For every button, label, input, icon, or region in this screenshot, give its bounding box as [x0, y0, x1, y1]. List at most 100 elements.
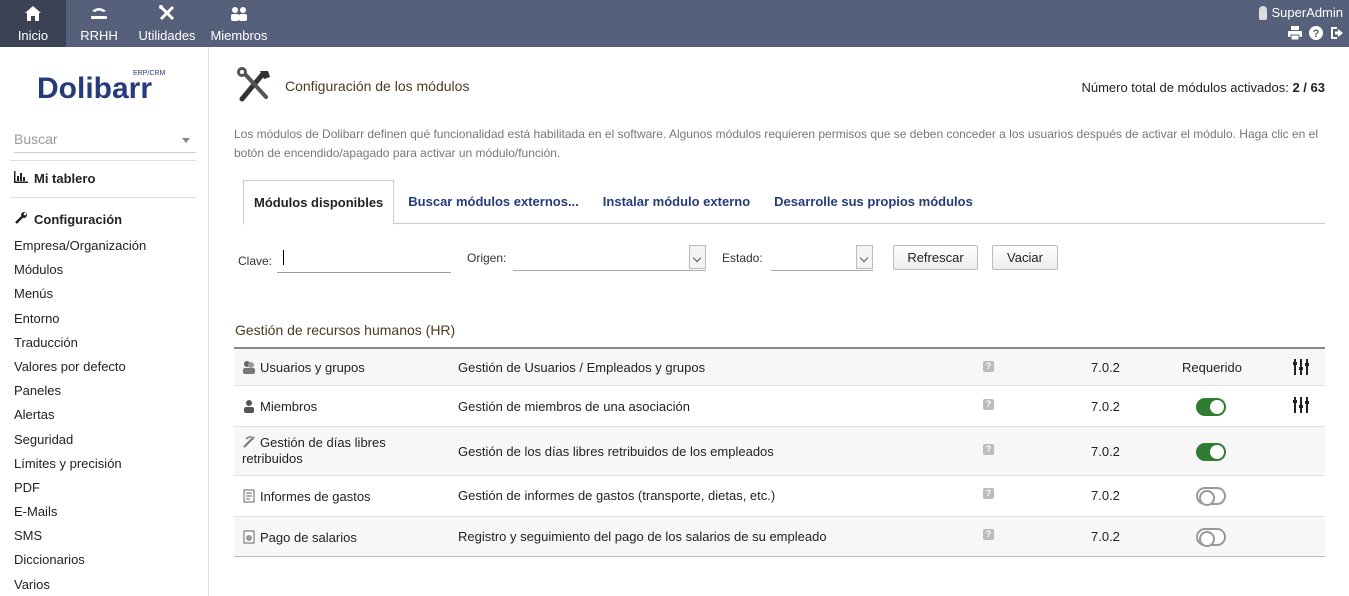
module-version: 7.0.2	[1091, 488, 1120, 503]
tab-develop[interactable]: Desarrolle sus propios módulos	[764, 180, 983, 224]
module-description: Registro y seguimiento del pago de los s…	[458, 529, 827, 544]
user-menu[interactable]: SuperAdmin	[1259, 5, 1343, 20]
chart-icon	[14, 171, 28, 186]
sidebar-item-translation[interactable]: Traducción	[14, 334, 146, 358]
top-tools: ?	[1287, 25, 1345, 41]
help-icon[interactable]: ?	[983, 361, 994, 372]
modules-table: Usuarios y grupos Gestión de Usuarios / …	[234, 347, 1325, 557]
expense-report-icon	[242, 489, 256, 503]
help-icon[interactable]: ?	[983, 529, 994, 540]
state-select[interactable]	[771, 245, 873, 271]
refresh-button[interactable]: Refrescar	[893, 245, 978, 270]
home-icon	[0, 5, 66, 22]
module-toggle-off[interactable]	[1196, 487, 1226, 506]
top-menu-members[interactable]: Miembros	[202, 0, 276, 47]
sidebar-item-security[interactable]: Seguridad	[14, 431, 146, 455]
sidebar-item-limits[interactable]: Límites y precisión	[14, 455, 146, 479]
module-version: 7.0.2	[1091, 529, 1120, 544]
top-menu-label: Inicio	[17, 28, 49, 43]
origin-select[interactable]	[513, 245, 706, 271]
module-description: Gestión de miembros de una asociación	[458, 399, 690, 414]
state-label: Estado:	[722, 251, 763, 265]
member-icon	[242, 399, 256, 413]
sidebar: Dolibarr ERP/CRM Buscar Mi tablero Confi…	[0, 47, 209, 596]
print-icon[interactable]	[1287, 25, 1303, 41]
sidebar-dashboard-label: Mi tablero	[34, 171, 96, 186]
setup-icon[interactable]	[1292, 359, 1310, 375]
sidebar-config-label: Configuración	[34, 212, 123, 227]
chevron-down-icon	[856, 245, 873, 269]
sidebar-item-modules[interactable]: Módulos	[14, 261, 146, 285]
module-version: 7.0.2	[1091, 399, 1120, 414]
sidebar-item-pdf[interactable]: PDF	[14, 479, 146, 503]
sidebar-item-company[interactable]: Empresa/Organización	[14, 237, 146, 261]
logout-icon[interactable]	[1329, 25, 1345, 41]
help-icon[interactable]: ?	[1308, 25, 1324, 41]
sidebar-item-defaults[interactable]: Valores por defecto	[14, 358, 146, 382]
sidebar-item-sms[interactable]: SMS	[14, 527, 146, 551]
svg-text:ERP/CRM: ERP/CRM	[133, 70, 165, 77]
table-row: Usuarios y grupos Gestión de Usuarios / …	[234, 349, 1325, 385]
users-group-icon	[242, 360, 256, 374]
search-select[interactable]: Buscar	[14, 131, 196, 153]
top-menu-label: RRHH	[80, 28, 118, 43]
sidebar-item-boxes[interactable]: Paneles	[14, 382, 146, 406]
clear-button[interactable]: Vaciar	[992, 245, 1058, 270]
page-description: Los módulos de Dolibarr definen qué func…	[234, 127, 1319, 160]
sidebar-item-menus[interactable]: Menús	[14, 285, 146, 309]
module-required: Requerido	[1182, 360, 1242, 375]
module-name: Gestión de días libres retribuidos	[242, 435, 386, 466]
salary-icon	[242, 530, 256, 544]
help-icon[interactable]: ?	[983, 444, 994, 455]
tools-icon	[132, 5, 202, 22]
sidebar-item-config[interactable]: Configuración	[14, 211, 122, 228]
tab-available-modules[interactable]: Módulos disponibles	[243, 180, 395, 225]
sidebar-item-emails[interactable]: E-Mails	[14, 503, 146, 527]
module-name: Pago de salarios	[242, 530, 357, 546]
sidebar-item-misc[interactable]: Varios	[14, 576, 146, 596]
main-content: Configuración de los módulos Número tota…	[209, 47, 1349, 596]
top-menu-hr[interactable]: RRHH	[66, 0, 132, 47]
module-description: Gestión de Usuarios / Empleados y grupos	[458, 360, 706, 375]
tab-install-external[interactable]: Instalar módulo externo	[593, 180, 760, 224]
help-icon[interactable]: ?	[983, 399, 994, 410]
text-cursor	[283, 250, 284, 265]
holiday-icon	[242, 435, 256, 449]
module-toggle-on[interactable]	[1196, 443, 1226, 461]
module-description: Gestión de informes de gastos (transport…	[458, 488, 776, 503]
key-label: Clave:	[238, 254, 273, 268]
sidebar-divider	[10, 197, 196, 198]
module-name: Informes de gastos	[242, 489, 371, 505]
table-row: Miembros Gestión de miembros de una asoc…	[234, 385, 1325, 426]
key-input[interactable]	[277, 247, 451, 273]
module-name: Usuarios y grupos	[242, 360, 365, 376]
sidebar-item-dictionaries[interactable]: Diccionarios	[14, 551, 146, 575]
origin-label: Origen:	[467, 251, 507, 265]
tabs: Módulos disponibles Buscar módulos exter…	[243, 180, 1325, 225]
setup-icon[interactable]	[1292, 397, 1310, 413]
module-version: 7.0.2	[1091, 444, 1120, 459]
table-row: Gestión de días libres retribuidos Gesti…	[234, 426, 1325, 475]
top-menu-label: Miembros	[210, 28, 268, 43]
section-title: Gestión de recursos humanos (HR)	[235, 322, 456, 338]
module-name: Miembros	[242, 399, 317, 415]
search-placeholder: Buscar	[14, 131, 58, 147]
sidebar-item-alerts[interactable]: Alertas	[14, 406, 146, 430]
dolibarr-logo[interactable]: Dolibarr ERP/CRM	[37, 67, 172, 105]
chevron-down-icon	[182, 138, 190, 143]
module-version: 7.0.2	[1091, 360, 1120, 375]
top-menu-home[interactable]: Inicio	[0, 0, 66, 47]
sidebar-item-display[interactable]: Entorno	[14, 310, 146, 334]
module-toggle-off[interactable]	[1196, 528, 1226, 547]
sidebar-config-list: Empresa/Organización Módulos Menús Entor…	[14, 237, 146, 596]
modules-total-label: Número total de módulos activados:	[1081, 80, 1289, 95]
sidebar-item-dashboard[interactable]: Mi tablero	[14, 171, 95, 186]
tools-icon	[234, 65, 274, 105]
top-menu-tools[interactable]: Utilidades	[132, 0, 202, 47]
module-toggle-on[interactable]	[1196, 398, 1226, 416]
modules-total: Número total de módulos activados: 2 / 6…	[1081, 80, 1325, 95]
tab-find-external[interactable]: Buscar módulos externos...	[398, 180, 589, 224]
chevron-down-icon	[689, 245, 706, 269]
help-icon[interactable]: ?	[983, 488, 994, 499]
modules-total-value: 2 / 63	[1292, 80, 1325, 95]
